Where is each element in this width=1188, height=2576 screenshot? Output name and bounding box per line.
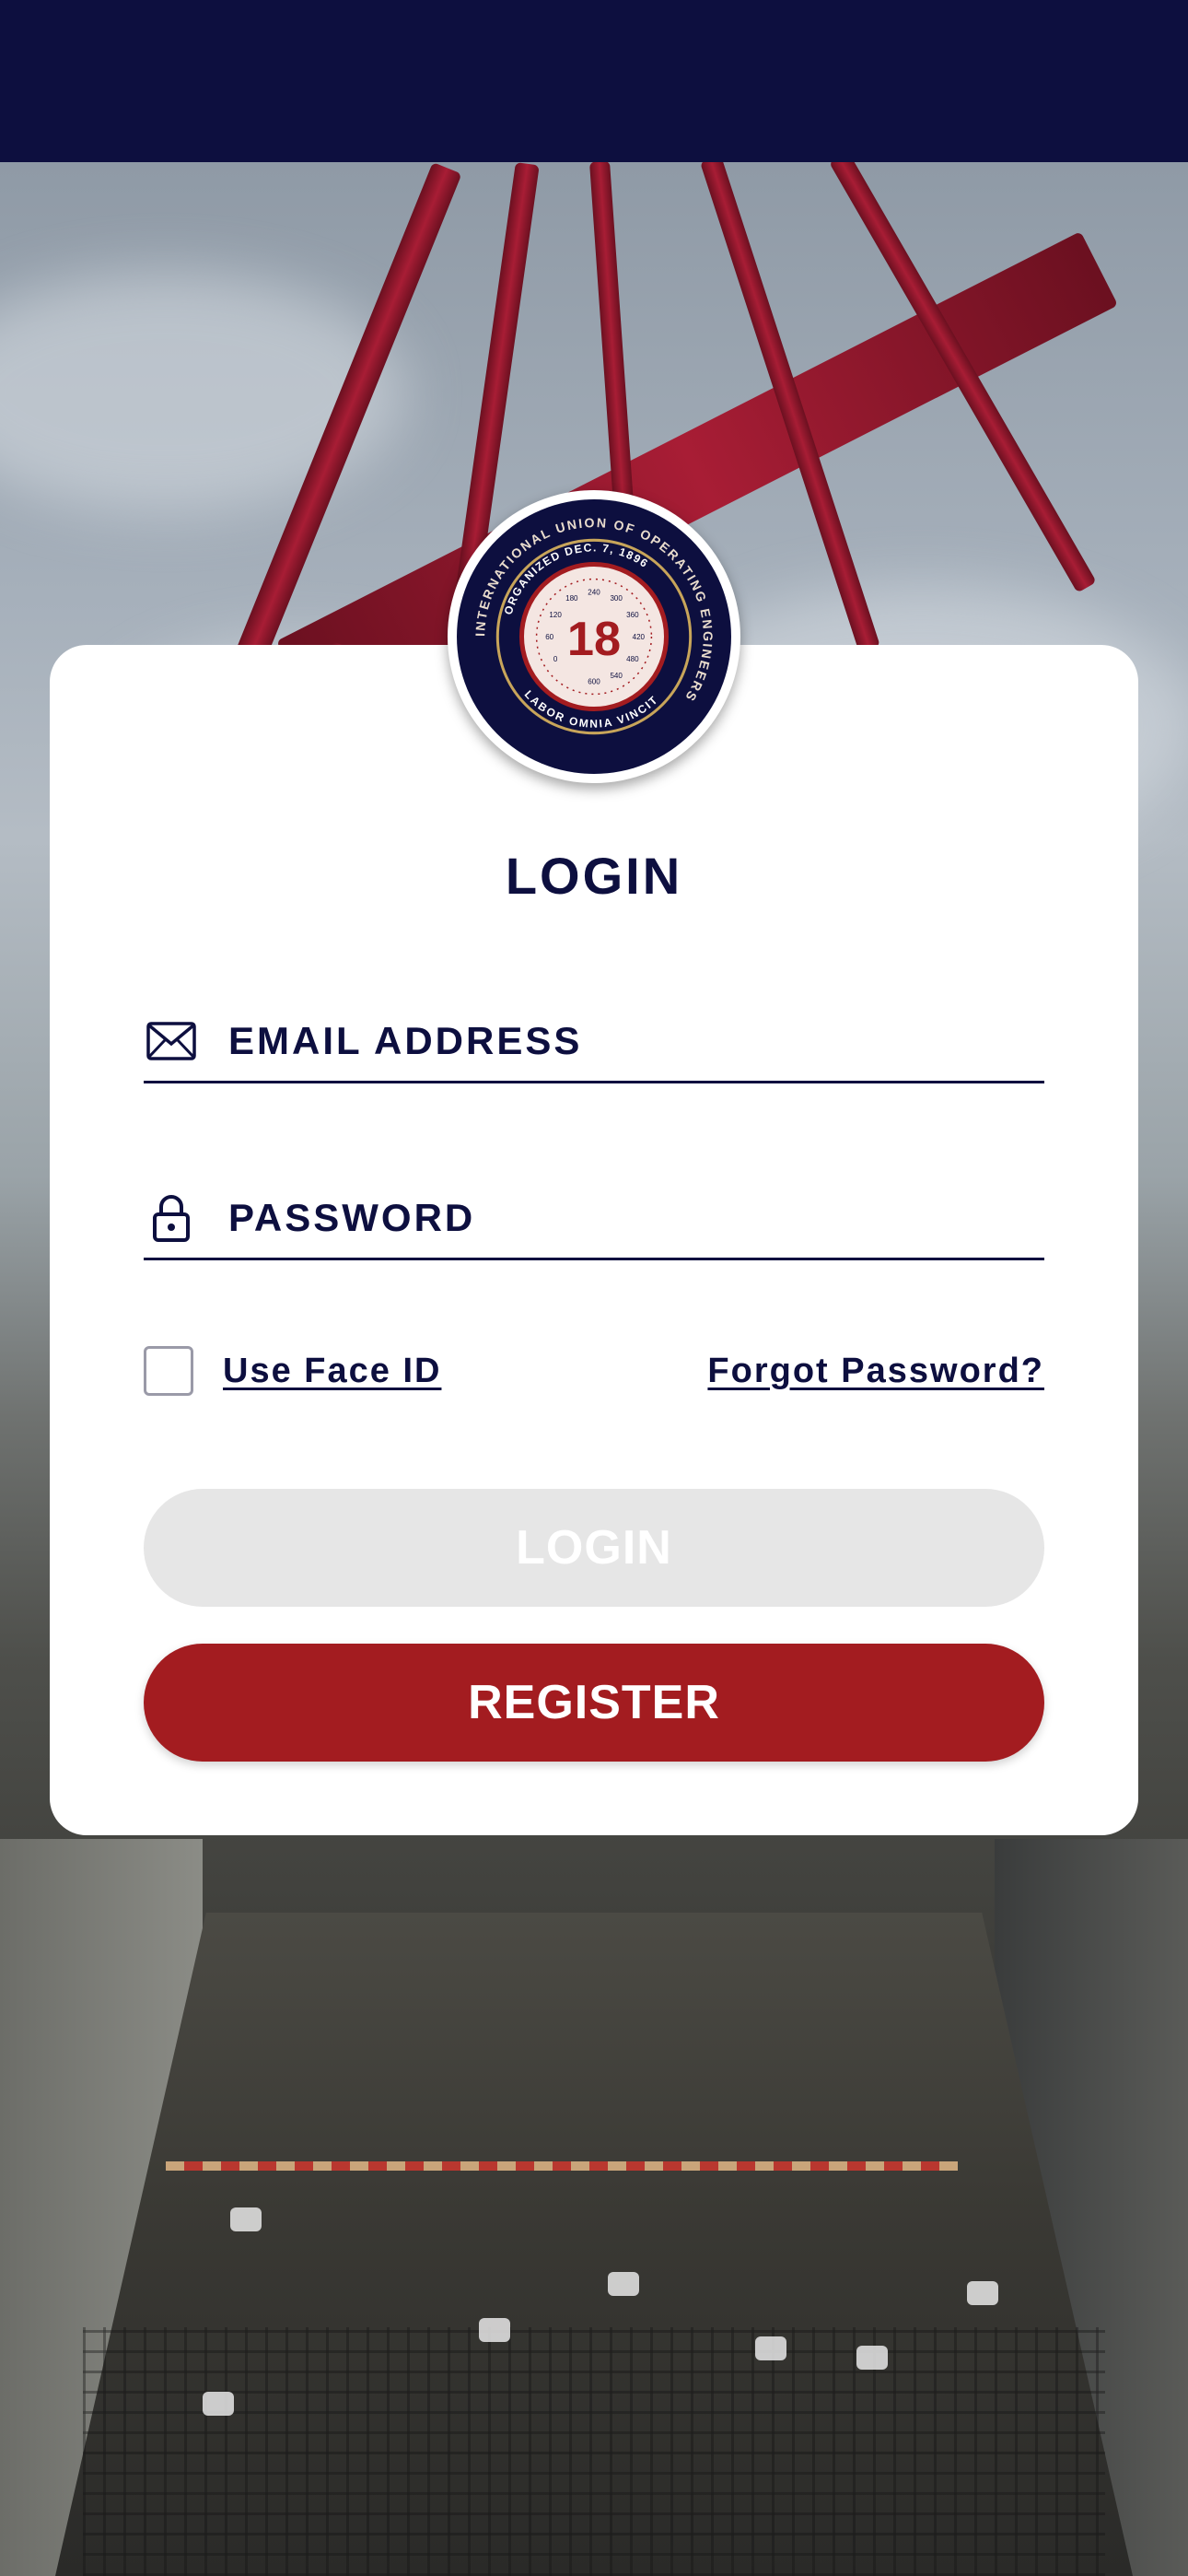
email-field[interactable] — [144, 1001, 1044, 1083]
seal-gauge-tick: 360 — [626, 611, 639, 619]
seal-gauge-tick: 300 — [610, 594, 623, 603]
seal-gauge-tick: 240 — [588, 589, 600, 597]
envelope-icon — [146, 1015, 197, 1067]
register-button[interactable]: REGISTER — [144, 1644, 1044, 1762]
seal-number: 18 — [567, 613, 621, 666]
union-seal-icon: INTERNATIONAL UNION OF OPERATING ENGINEE… — [457, 499, 731, 774]
options-row: Use Face ID Forgot Password? — [144, 1343, 1044, 1399]
seal-gauge-tick: 600 — [588, 677, 600, 685]
seal-gauge-tick: 120 — [549, 611, 562, 619]
password-input[interactable] — [228, 1185, 1020, 1250]
union-logo: INTERNATIONAL UNION OF OPERATING ENGINEE… — [448, 490, 740, 783]
face-id-checkbox[interactable] — [144, 1346, 193, 1396]
seal-gauge-tick: 480 — [626, 655, 639, 663]
lock-icon — [146, 1192, 197, 1244]
login-heading: LOGIN — [505, 847, 683, 905]
login-button[interactable]: LOGIN — [144, 1489, 1044, 1607]
email-input[interactable] — [228, 1008, 1020, 1073]
seal-gauge-tick: 420 — [633, 633, 646, 641]
seal-gauge-tick: 540 — [610, 672, 623, 680]
seal-gauge-tick: 60 — [545, 633, 553, 641]
seal-gauge-tick: 0 — [553, 655, 558, 663]
forgot-password-link[interactable]: Forgot Password? — [707, 1352, 1044, 1391]
status-bar — [0, 0, 1188, 162]
face-id-option: Use Face ID — [144, 1346, 441, 1396]
face-id-label[interactable]: Use Face ID — [223, 1352, 441, 1391]
password-field[interactable] — [144, 1177, 1044, 1260]
seal-gauge-tick: 180 — [565, 594, 578, 603]
